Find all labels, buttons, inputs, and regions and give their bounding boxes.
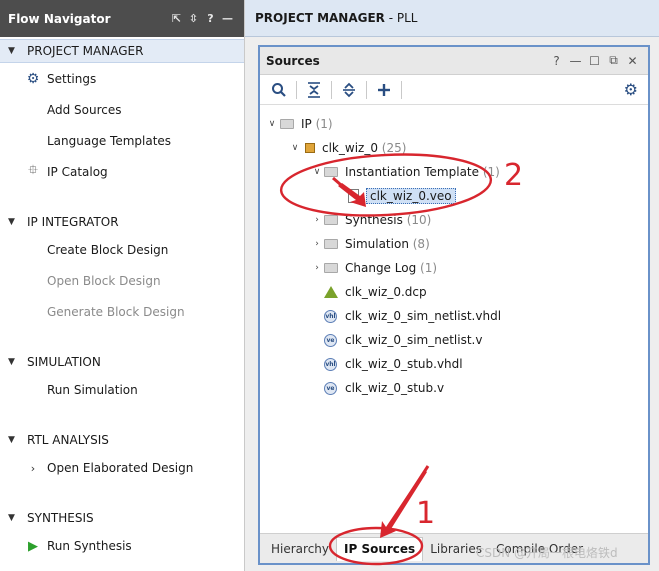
- chevron-down-icon[interactable]: ▼: [8, 217, 22, 227]
- toolbar-separator: [331, 80, 332, 99]
- folder-icon: [324, 212, 340, 228]
- gear-icon[interactable]: ⚙: [624, 80, 638, 99]
- tree-item-label: Simulation: [345, 237, 409, 251]
- folder-icon: [280, 116, 296, 132]
- section-label: PROJECT MANAGER: [27, 44, 144, 58]
- sources-tree: ∨ IP (1) ∨ clk_wiz_0 (25) ∨ Instantiatio…: [260, 107, 648, 527]
- project-name: - PLL: [384, 11, 418, 25]
- tab-ip-sources[interactable]: IP Sources: [336, 536, 424, 561]
- sources-title-bar: Sources ? — ☐ ⧉ ✕: [260, 47, 648, 75]
- section-label: IP INTEGRATOR: [27, 215, 119, 229]
- chevron-right-icon[interactable]: ›: [25, 462, 41, 475]
- minimize-icon[interactable]: —: [219, 12, 236, 25]
- nav-item-label: Add Sources: [47, 103, 122, 117]
- vhdl-file-icon: vhl: [324, 356, 340, 372]
- chevron-right-icon[interactable]: ›: [311, 263, 323, 273]
- verilog-file-icon: ve: [324, 332, 340, 348]
- tree-item-count: (8): [412, 237, 430, 251]
- folder-icon: [324, 260, 340, 276]
- checkpoint-icon: [324, 284, 340, 300]
- tree-item-label: clk_wiz_0_stub.v: [345, 381, 445, 395]
- tree-item-label: clk_wiz_0.dcp: [345, 285, 427, 299]
- project-manager-bar: PROJECT MANAGER - PLL: [245, 0, 659, 37]
- tree-item-label: Instantiation Template: [345, 165, 480, 179]
- project-manager-title: PROJECT MANAGER: [255, 11, 385, 25]
- chevron-down-icon[interactable]: ▼: [8, 513, 22, 523]
- chevron-down-icon[interactable]: ▼: [8, 357, 22, 367]
- minimize-icon[interactable]: —: [566, 54, 585, 68]
- nav-item-label: Generate Block Design: [47, 305, 185, 319]
- chevron-down-icon[interactable]: ∨: [266, 119, 278, 129]
- collapse-all-icon[interactable]: [299, 77, 329, 103]
- play-icon: ▶: [28, 538, 38, 554]
- float-icon[interactable]: ⧉: [604, 53, 623, 68]
- sources-toolbar: [260, 75, 648, 105]
- nav-item-label: Create Block Design: [47, 243, 169, 257]
- toolbar-separator: [401, 80, 402, 99]
- annotation-number-2: 2: [504, 158, 524, 193]
- tree-item-count: (1): [482, 165, 500, 179]
- tree-item-label: clk_wiz_0_sim_netlist.vhdl: [345, 309, 502, 323]
- section-label: SYNTHESIS: [27, 511, 94, 525]
- search-icon[interactable]: [264, 77, 294, 103]
- tab-hierarchy[interactable]: Hierarchy: [264, 537, 336, 561]
- chevron-down-icon[interactable]: ▼: [8, 46, 22, 56]
- section-label: SIMULATION: [27, 355, 101, 369]
- ip-chip-icon: ⯐: [28, 163, 38, 178]
- collapse-all-icon[interactable]: ⇱: [168, 12, 185, 25]
- close-icon[interactable]: ✕: [623, 54, 642, 68]
- folder-icon: [324, 236, 340, 252]
- tree-item-label: clk_wiz_0_stub.vhdl: [345, 357, 463, 371]
- add-icon[interactable]: [369, 77, 399, 103]
- flow-navigator-header: Flow Navigator ⇱ ⇳ ? —: [0, 0, 244, 37]
- tree-item-label: IP: [301, 117, 312, 131]
- tree-item-count: (10): [406, 213, 432, 227]
- chevron-down-icon[interactable]: ∨: [311, 167, 323, 177]
- annotation-number-1: 1: [416, 496, 436, 531]
- gear-icon: ⚙: [26, 71, 40, 87]
- tree-item-label: clk_wiz_0.veo: [366, 188, 456, 204]
- expand-all-icon[interactable]: [334, 77, 364, 103]
- help-icon[interactable]: ?: [547, 54, 566, 68]
- chevron-down-icon[interactable]: ∨: [289, 143, 301, 153]
- sources-window: Sources ? — ☐ ⧉ ✕ ⚙ ∨ IP (1) ∨ clk_wiz_0…: [258, 45, 650, 565]
- nav-item-label: Settings: [47, 72, 97, 86]
- flow-navigator-title: Flow Navigator: [8, 11, 111, 26]
- chevron-right-icon[interactable]: ›: [311, 215, 323, 225]
- section-project-manager[interactable]: ▼ PROJECT MANAGER: [0, 39, 244, 63]
- section-synthesis[interactable]: ▼ SYNTHESIS: [0, 506, 244, 530]
- expand-all-icon[interactable]: ⇳: [185, 12, 202, 25]
- section-simulation[interactable]: ▼ SIMULATION: [0, 350, 244, 374]
- nav-item-label: Run Simulation: [47, 383, 138, 397]
- chevron-down-icon[interactable]: ▼: [8, 435, 22, 445]
- watermark: CSDN @开局一根电烙铁d: [476, 546, 618, 560]
- toolbar-separator: [366, 80, 367, 99]
- section-label: RTL ANALYSIS: [27, 433, 109, 447]
- tree-item-label: Change Log: [345, 261, 417, 275]
- tree-item-count: (1): [315, 117, 333, 131]
- nav-item-label: IP Catalog: [47, 165, 108, 179]
- tree-item-label: clk_wiz_0_sim_netlist.v: [345, 333, 483, 347]
- ip-core-icon: [302, 140, 318, 156]
- tree-item-label: Synthesis: [345, 213, 403, 227]
- nav-item-label: Open Elaborated Design: [47, 461, 194, 475]
- toolbar-separator: [296, 80, 297, 99]
- tree-item-label: clk_wiz_0: [322, 141, 378, 155]
- sources-title: Sources: [266, 53, 320, 68]
- help-icon[interactable]: ?: [202, 12, 219, 25]
- nav-item-label: Open Block Design: [47, 274, 161, 288]
- document-icon: [346, 188, 362, 204]
- verilog-file-icon: ve: [324, 380, 340, 396]
- tree-item-count: (1): [420, 261, 438, 275]
- flow-navigator: Flow Navigator ⇱ ⇳ ? — ▼ PROJECT MANAGER…: [0, 0, 245, 571]
- nav-item-label: Run Synthesis: [47, 539, 132, 553]
- section-rtl-analysis[interactable]: ▼ RTL ANALYSIS: [0, 428, 244, 452]
- section-ip-integrator[interactable]: ▼ IP INTEGRATOR: [0, 210, 244, 234]
- nav-item-label: Language Templates: [47, 134, 172, 148]
- folder-icon: [324, 164, 340, 180]
- chevron-right-icon[interactable]: ›: [311, 239, 323, 249]
- tree-item-count: (25): [381, 141, 407, 155]
- maximize-icon[interactable]: ☐: [585, 54, 604, 68]
- vhdl-file-icon: vhl: [324, 308, 340, 324]
